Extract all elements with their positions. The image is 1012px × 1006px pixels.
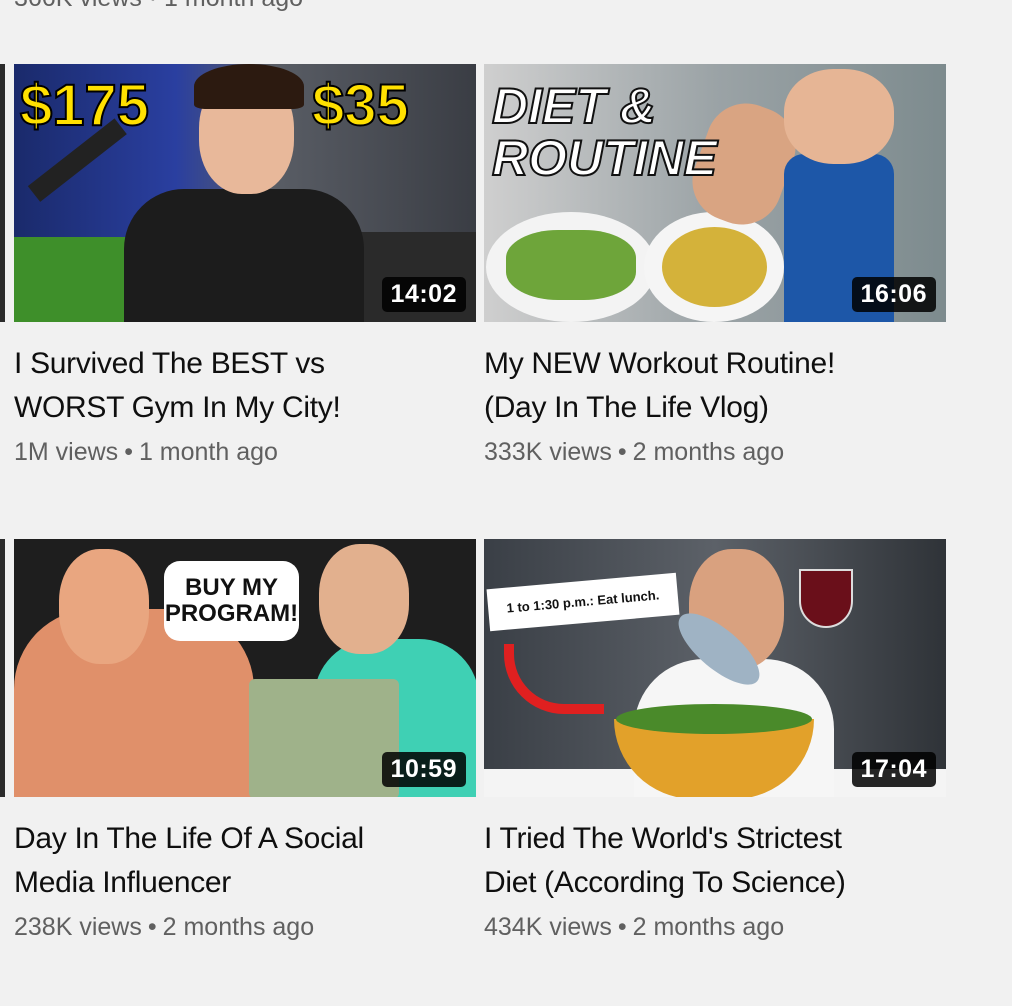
upload-age: 2 months ago [632, 913, 785, 941]
video-title[interactable]: My NEW Workout Routine! (Day In The Life… [484, 342, 946, 430]
video-grid: 366K views · 1 month ago $175 $35 14:02 … [0, 0, 1012, 1006]
video-meta: 238K views • 2 months ago [14, 913, 476, 942]
thumbnail-artwork [616, 704, 812, 734]
video-title-line: (Day In The Life Vlog) [484, 391, 769, 424]
video-thumbnail[interactable]: $175 $35 14:02 [14, 64, 476, 322]
video-title-line: I Survived The BEST vs [14, 347, 325, 380]
duration-badge: 16:06 [851, 277, 936, 312]
view-count: 238K views [14, 913, 142, 941]
video-title-line: Media Influencer [14, 866, 231, 899]
video-title-line: WORST Gym In My City! [14, 391, 341, 424]
thumbnail-price-right: $35 [311, 72, 410, 139]
video-thumbnail[interactable]: 1 to 1:30 p.m.: Eat lunch. 17:04 [484, 539, 946, 797]
duration-badge: 17:04 [851, 752, 936, 787]
previous-row-meta: 366K views · 1 month ago [14, 0, 303, 13]
video-title[interactable]: I Tried The World's Strictest Diet (Acco… [484, 817, 946, 905]
video-meta: 333K views • 2 months ago [484, 438, 946, 467]
thumbnail-artwork [59, 549, 149, 664]
video-card[interactable]: 1 to 1:30 p.m.: Eat lunch. 17:04 I Tried… [484, 539, 946, 942]
thumbnail-artwork [124, 189, 364, 322]
duration-badge: 10:59 [381, 752, 466, 787]
duration-badge: 14:02 [381, 277, 466, 312]
meta-separator: • [124, 438, 133, 466]
thumbnail-headline: ROUTINE [491, 130, 718, 186]
thumbnail-note: 1 to 1:30 p.m.: Eat lunch. [486, 572, 680, 632]
view-count: 333K views [484, 438, 612, 466]
video-title-line: I Tried The World's Strictest [484, 822, 842, 855]
left-neighbor-thumbnail-edge[interactable] [0, 64, 5, 322]
thumbnail-artwork [249, 679, 399, 797]
meta-separator: • [147, 913, 157, 941]
upload-age: 2 months ago [162, 913, 315, 941]
thumbnail-artwork [799, 569, 853, 628]
video-thumbnail[interactable]: BUY MY PROGRAM! 10:59 [14, 539, 476, 797]
video-card[interactable]: DIET & ROUTINE 16:06 My NEW Workout Rout… [484, 64, 946, 467]
meta-separator: • [617, 913, 627, 941]
video-title[interactable]: Day In The Life Of A Social Media Influe… [14, 817, 476, 905]
video-title-line: Day In The Life Of A Social [14, 822, 364, 855]
video-meta: 434K views • 2 months ago [484, 913, 946, 942]
thumbnail-headline: DIET & [491, 78, 657, 134]
meta-separator: • [617, 438, 627, 466]
thumbnail-artwork [506, 230, 636, 300]
thumbnail-speech-bubble: BUY MY PROGRAM! [164, 561, 299, 641]
video-title[interactable]: I Survived The BEST vs WORST Gym In My C… [14, 342, 476, 430]
thumbnail-artwork [662, 227, 767, 307]
upload-age: 2 months ago [632, 438, 785, 466]
video-title-line: My NEW Workout Routine! [484, 347, 835, 380]
arrow-icon [504, 644, 604, 714]
video-card[interactable]: $175 $35 14:02 I Survived The BEST vs WO… [14, 64, 476, 467]
thumbnail-artwork [784, 69, 894, 164]
video-thumbnail[interactable]: DIET & ROUTINE 16:06 [484, 64, 946, 322]
view-count: 434K views [484, 913, 612, 941]
video-meta: 1M views • 1 month ago [14, 438, 476, 467]
thumbnail-artwork [194, 64, 304, 109]
thumbnail-price-left: $175 [19, 72, 150, 139]
left-neighbor-thumbnail-edge[interactable] [0, 539, 5, 797]
video-title-line: Diet (According To Science) [484, 866, 846, 899]
video-card[interactable]: BUY MY PROGRAM! 10:59 Day In The Life Of… [14, 539, 476, 942]
view-count: 1M views [14, 438, 119, 466]
upload-age: 1 month ago [138, 438, 278, 466]
thumbnail-artwork [319, 544, 409, 654]
